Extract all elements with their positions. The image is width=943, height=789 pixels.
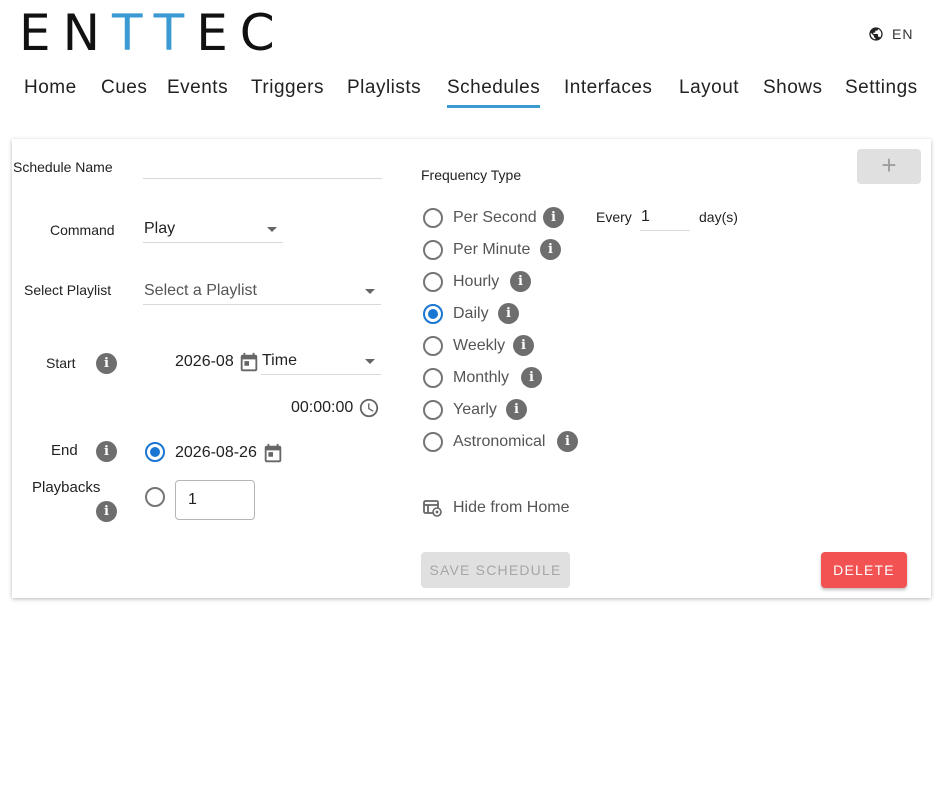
schedule-name-input[interactable] [143, 149, 382, 179]
daily-label[interactable]: Daily [453, 305, 489, 323]
nav-settings[interactable]: Settings [845, 76, 918, 108]
monthly-label[interactable]: Monthly [453, 369, 509, 387]
chevron-down-icon [267, 227, 277, 232]
playlist-select[interactable]: Select a Playlist [143, 273, 381, 305]
every-label: Every [596, 209, 632, 225]
playlist-placeholder: Select a Playlist [144, 282, 257, 299]
astronomical-radio[interactable] [423, 432, 443, 452]
language-selector[interactable]: EN [868, 26, 913, 42]
playbacks-input[interactable]: 1 [175, 480, 255, 520]
yearly-radio[interactable] [423, 400, 443, 420]
logo-text-tt: TT [112, 4, 197, 62]
add-button[interactable]: + [857, 149, 921, 184]
info-icon[interactable]: i [506, 399, 527, 420]
monthly-radio[interactable] [423, 368, 443, 388]
info-icon[interactable]: i [543, 207, 564, 228]
info-icon[interactable]: i [510, 271, 531, 292]
schedule-card: Schedule Name Command Play Select Playli… [12, 139, 931, 598]
playbacks-radio[interactable] [145, 487, 165, 507]
calendar-icon[interactable] [238, 352, 260, 374]
info-icon[interactable]: i [540, 239, 561, 260]
start-label: Start [46, 355, 76, 371]
info-icon[interactable]: i [96, 353, 117, 374]
info-icon[interactable]: i [513, 335, 534, 356]
command-select[interactable]: Play [143, 211, 283, 243]
per-second-radio[interactable] [423, 208, 443, 228]
save-schedule-button[interactable]: SAVE SCHEDULE [421, 552, 570, 588]
nav-home[interactable]: Home [24, 76, 77, 108]
main-nav: Home Cues Events Triggers Playlists Sche… [0, 76, 943, 112]
info-icon[interactable]: i [96, 501, 117, 522]
hourly-radio[interactable] [423, 272, 443, 292]
end-date-value[interactable]: 2026-08-26 [175, 444, 257, 462]
select-playlist-label: Select Playlist [24, 282, 112, 298]
per-minute-label[interactable]: Per Minute [453, 241, 530, 259]
every-input[interactable]: 1 [640, 201, 690, 231]
weekly-label[interactable]: Weekly [453, 337, 505, 355]
info-icon[interactable]: i [521, 367, 542, 388]
per-second-label[interactable]: Per Second [453, 209, 537, 227]
hourly-label[interactable]: Hourly [453, 273, 499, 291]
hide-from-home-icon[interactable] [423, 499, 443, 517]
language-label: EN [892, 26, 914, 42]
start-date-value[interactable]: 2026-08 [175, 353, 234, 371]
per-minute-radio[interactable] [423, 240, 443, 260]
calendar-icon[interactable] [262, 443, 284, 465]
nav-events[interactable]: Events [167, 76, 228, 108]
end-date-radio[interactable] [145, 442, 165, 462]
nav-triggers[interactable]: Triggers [251, 76, 324, 108]
yearly-label[interactable]: Yearly [453, 401, 497, 419]
nav-playlists[interactable]: Playlists [347, 76, 421, 108]
hide-from-home-label[interactable]: Hide from Home [453, 499, 569, 517]
delete-button[interactable]: DELETE [821, 552, 907, 588]
info-icon[interactable]: i [96, 441, 117, 462]
weekly-radio[interactable] [423, 336, 443, 356]
end-label: End [51, 442, 78, 459]
nav-cues[interactable]: Cues [101, 76, 147, 108]
chevron-down-icon [365, 289, 375, 294]
chevron-down-icon [365, 359, 375, 364]
info-icon[interactable]: i [557, 431, 578, 452]
schedule-name-label: Schedule Name [13, 159, 113, 175]
nav-layout[interactable]: Layout [679, 76, 739, 108]
nav-schedules[interactable]: Schedules [447, 76, 541, 108]
info-icon[interactable]: i [498, 303, 519, 324]
start-time-value[interactable]: 00:00:00 [291, 399, 353, 417]
daily-radio[interactable] [423, 304, 443, 324]
nav-interfaces[interactable]: Interfaces [564, 76, 652, 108]
logo-text-en: EN [19, 4, 112, 62]
command-value: Play [144, 220, 176, 237]
logo-text-ec: EC [196, 4, 287, 62]
playbacks-label: Playbacks [32, 479, 101, 496]
astronomical-label[interactable]: Astronomical [453, 433, 545, 451]
start-mode-select[interactable]: Time [261, 343, 381, 375]
globe-icon [869, 27, 883, 41]
frequency-type-label: Frequency Type [421, 167, 522, 183]
command-label: Command [50, 222, 115, 238]
clock-icon[interactable] [358, 397, 380, 419]
nav-shows[interactable]: Shows [763, 76, 823, 108]
unit-label: day(s) [699, 209, 738, 225]
enttec-logo[interactable]: ENTTEC [19, 8, 287, 58]
start-mode-value: Time [262, 352, 297, 369]
